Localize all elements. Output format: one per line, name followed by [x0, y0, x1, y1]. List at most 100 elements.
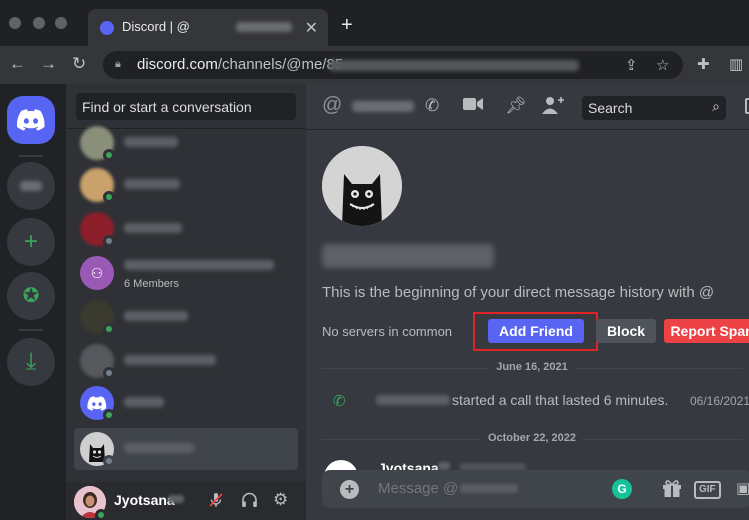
date-divider: June 16, 2021: [322, 361, 742, 375]
date-divider-label: June 16, 2021: [490, 361, 574, 373]
call-timestamp: 06/16/2021: [690, 394, 749, 408]
chat-header: @ ✆ 📌︎ Search ⌕: [306, 84, 749, 130]
add-friend-to-dm-icon[interactable]: [542, 96, 566, 119]
inbox-icon[interactable]: [745, 98, 749, 114]
status-online-icon: [103, 409, 115, 421]
upload-plus-icon[interactable]: +: [340, 480, 359, 499]
new-tab-icon[interactable]: +: [341, 14, 353, 37]
black-cat-icon: [322, 146, 402, 226]
gif-picker-button[interactable]: GIF: [694, 481, 721, 499]
dm-item[interactable]: [74, 164, 298, 206]
report-spam-button[interactable]: Report Spam: [664, 319, 749, 343]
extensions-puzzle-icon[interactable]: ✚: [697, 55, 710, 73]
sidebar-panel-icon[interactable]: ▥: [729, 55, 743, 73]
status-online-icon: [103, 191, 115, 203]
date-divider-label: October 22, 2022: [481, 432, 583, 444]
search-icon: ⌕: [712, 98, 720, 114]
find-conversation-button[interactable]: Find or start a conversation: [76, 93, 296, 120]
mic-muted-icon[interactable]: [208, 492, 224, 513]
dm-item[interactable]: [74, 208, 298, 250]
discord-app: + ✪ ⤓ Find or start a conversation ⚇ 6 M…: [0, 84, 749, 520]
server-name-redacted: [20, 181, 42, 191]
date-divider: October 22, 2022: [322, 432, 742, 446]
message-input[interactable]: Message @: [378, 480, 458, 497]
reload-icon[interactable]: ↻: [72, 54, 86, 74]
download-icon: ⤓: [25, 348, 37, 375]
gift-icon[interactable]: [662, 479, 682, 502]
call-system-message: ✆ started a call that lasted 6 minutes. …: [306, 390, 749, 412]
status-online-icon: [103, 149, 115, 161]
url-text: discord.com/channels/@me/85: [137, 56, 344, 73]
video-call-icon[interactable]: [463, 96, 483, 116]
call-message-text: started a call that lasted 6 minutes.: [452, 392, 669, 408]
voice-call-icon[interactable]: ✆: [425, 96, 439, 116]
window-zoom-button[interactable]: [55, 17, 67, 29]
recipient-name-redacted: [460, 484, 518, 493]
tab-close-icon[interactable]: ✕: [305, 18, 318, 38]
server-separator: [19, 329, 43, 331]
status-online-icon: [95, 509, 107, 520]
download-apps-button[interactable]: ⤓: [7, 338, 55, 386]
forward-arrow-icon[interactable]: →: [40, 54, 57, 74]
dm-item[interactable]: [74, 296, 298, 338]
address-bar[interactable]: 🔒︎ discord.com/channels/@me/85 ⇪ ☆: [103, 51, 683, 79]
screen: Discord | @ ✕ + ← → ↻ 🔒︎ discord.com/cha…: [0, 0, 749, 520]
dm-item[interactable]: [74, 382, 298, 424]
window-close-button[interactable]: [9, 17, 21, 29]
window-minimize-button[interactable]: [33, 17, 45, 29]
dm-name-redacted: [124, 179, 180, 189]
server-icon[interactable]: [7, 162, 55, 210]
dm-name-redacted: [124, 223, 182, 233]
recipient-name-redacted: [352, 101, 414, 112]
status-online-icon: [103, 323, 115, 335]
caller-name-redacted: [376, 395, 450, 405]
pin-icon[interactable]: 📌︎: [505, 96, 527, 116]
at-icon: @: [322, 94, 343, 116]
add-friend-button[interactable]: Add Friend: [488, 319, 584, 343]
sticker-icon[interactable]: ▣: [736, 479, 749, 497]
lock-icon: 🔒︎: [115, 58, 121, 70]
gear-icon[interactable]: ⚙: [273, 490, 288, 510]
dm-name-redacted: [124, 311, 188, 321]
user-panel: Jyotsana ⚙: [66, 482, 306, 520]
grammarly-icon[interactable]: G: [612, 479, 632, 499]
discord-favicon-icon: [100, 21, 114, 35]
dm-sidebar: Find or start a conversation ⚇ 6 Members…: [66, 84, 306, 520]
status-offline-icon: [103, 455, 115, 467]
username-redacted: [168, 495, 184, 503]
mic-icon: [209, 493, 223, 507]
username: Jyotsana: [114, 492, 175, 508]
browser-tab[interactable]: Discord | @ ✕: [88, 9, 328, 46]
back-arrow-icon[interactable]: ←: [9, 54, 26, 74]
dm-item[interactable]: [74, 122, 298, 164]
dm-item-selected[interactable]: [74, 428, 298, 470]
discord-logo-icon: [17, 109, 45, 131]
dm-name-redacted: [124, 397, 164, 407]
no-servers-in-common: No servers in common: [322, 324, 453, 339]
search-input[interactable]: Search ⌕: [582, 96, 726, 120]
block-button[interactable]: Block: [596, 319, 656, 343]
plus-icon: +: [23, 228, 38, 255]
discord-logo-icon: [87, 395, 107, 411]
add-server-button[interactable]: +: [7, 218, 55, 266]
share-icon[interactable]: ⇪: [625, 56, 638, 74]
headphones-icon[interactable]: [241, 492, 258, 513]
chat-area: @ ✆ 📌︎ Search ⌕ This is the beginning of…: [306, 84, 749, 520]
bookmark-star-icon[interactable]: ☆: [656, 56, 669, 74]
tab-title-redacted: [236, 22, 292, 32]
dm-item[interactable]: [74, 340, 298, 382]
profile-avatar: [322, 146, 402, 226]
dm-name-redacted: [124, 355, 216, 365]
profile-name-redacted: [322, 244, 494, 268]
group-name-redacted: [124, 260, 274, 270]
status-offline-icon: [103, 367, 115, 379]
explore-servers-button[interactable]: ✪: [7, 272, 55, 320]
message-author-redacted: [438, 462, 450, 470]
dm-item-group[interactable]: ⚇ 6 Members: [74, 252, 298, 294]
server-separator: [19, 155, 43, 157]
home-button[interactable]: [7, 96, 55, 144]
url-redacted: [329, 60, 579, 71]
browser-tab-bar: Discord | @ ✕ +: [0, 0, 749, 46]
dm-name-redacted: [124, 443, 194, 453]
status-offline-icon: [103, 235, 115, 247]
